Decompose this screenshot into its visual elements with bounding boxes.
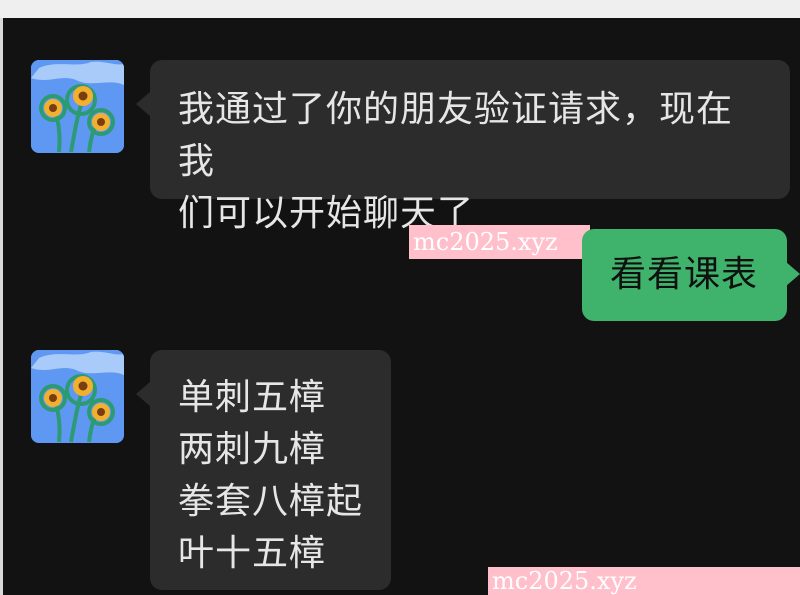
incoming-message-bubble[interactable]: 单刺五樟 两刺九樟 拳套八樟起 叶十五樟: [150, 350, 391, 590]
incoming-bubble-tail: [136, 382, 150, 406]
outgoing-message-bubble[interactable]: 看看课表: [582, 229, 787, 321]
message-text-line: 我通过了你的朋友验证请求，现在我: [178, 89, 734, 182]
message-text-line: 叶十五樟: [178, 533, 327, 574]
sunflower-avatar-icon: [31, 350, 124, 443]
contact-avatar[interactable]: [31, 60, 124, 153]
sunflower-avatar-icon: [31, 60, 124, 153]
incoming-bubble-tail: [136, 92, 150, 116]
message-text-line: 单刺五樟: [178, 377, 327, 418]
message-text-line: 拳套八樟起: [178, 481, 364, 522]
message-text-line: 看看课表: [610, 254, 759, 295]
incoming-message-bubble[interactable]: 我通过了你的朋友验证请求，现在我 们可以开始聊天了: [150, 60, 790, 234]
outgoing-bubble-tail: [786, 262, 800, 286]
contact-avatar[interactable]: [31, 350, 124, 443]
watermark-label: mc2025.xyz: [409, 225, 559, 259]
watermark-label: mc2025.xyz: [488, 567, 800, 595]
message-text-line: 两刺九樟: [178, 429, 327, 470]
left-edge-strip: [0, 18, 3, 595]
window-top-bar: [0, 0, 800, 18]
chat-area[interactable]: 我通过了你的朋友验证请求，现在我 们可以开始聊天了 mc2025.xyz 看看课…: [0, 18, 800, 595]
